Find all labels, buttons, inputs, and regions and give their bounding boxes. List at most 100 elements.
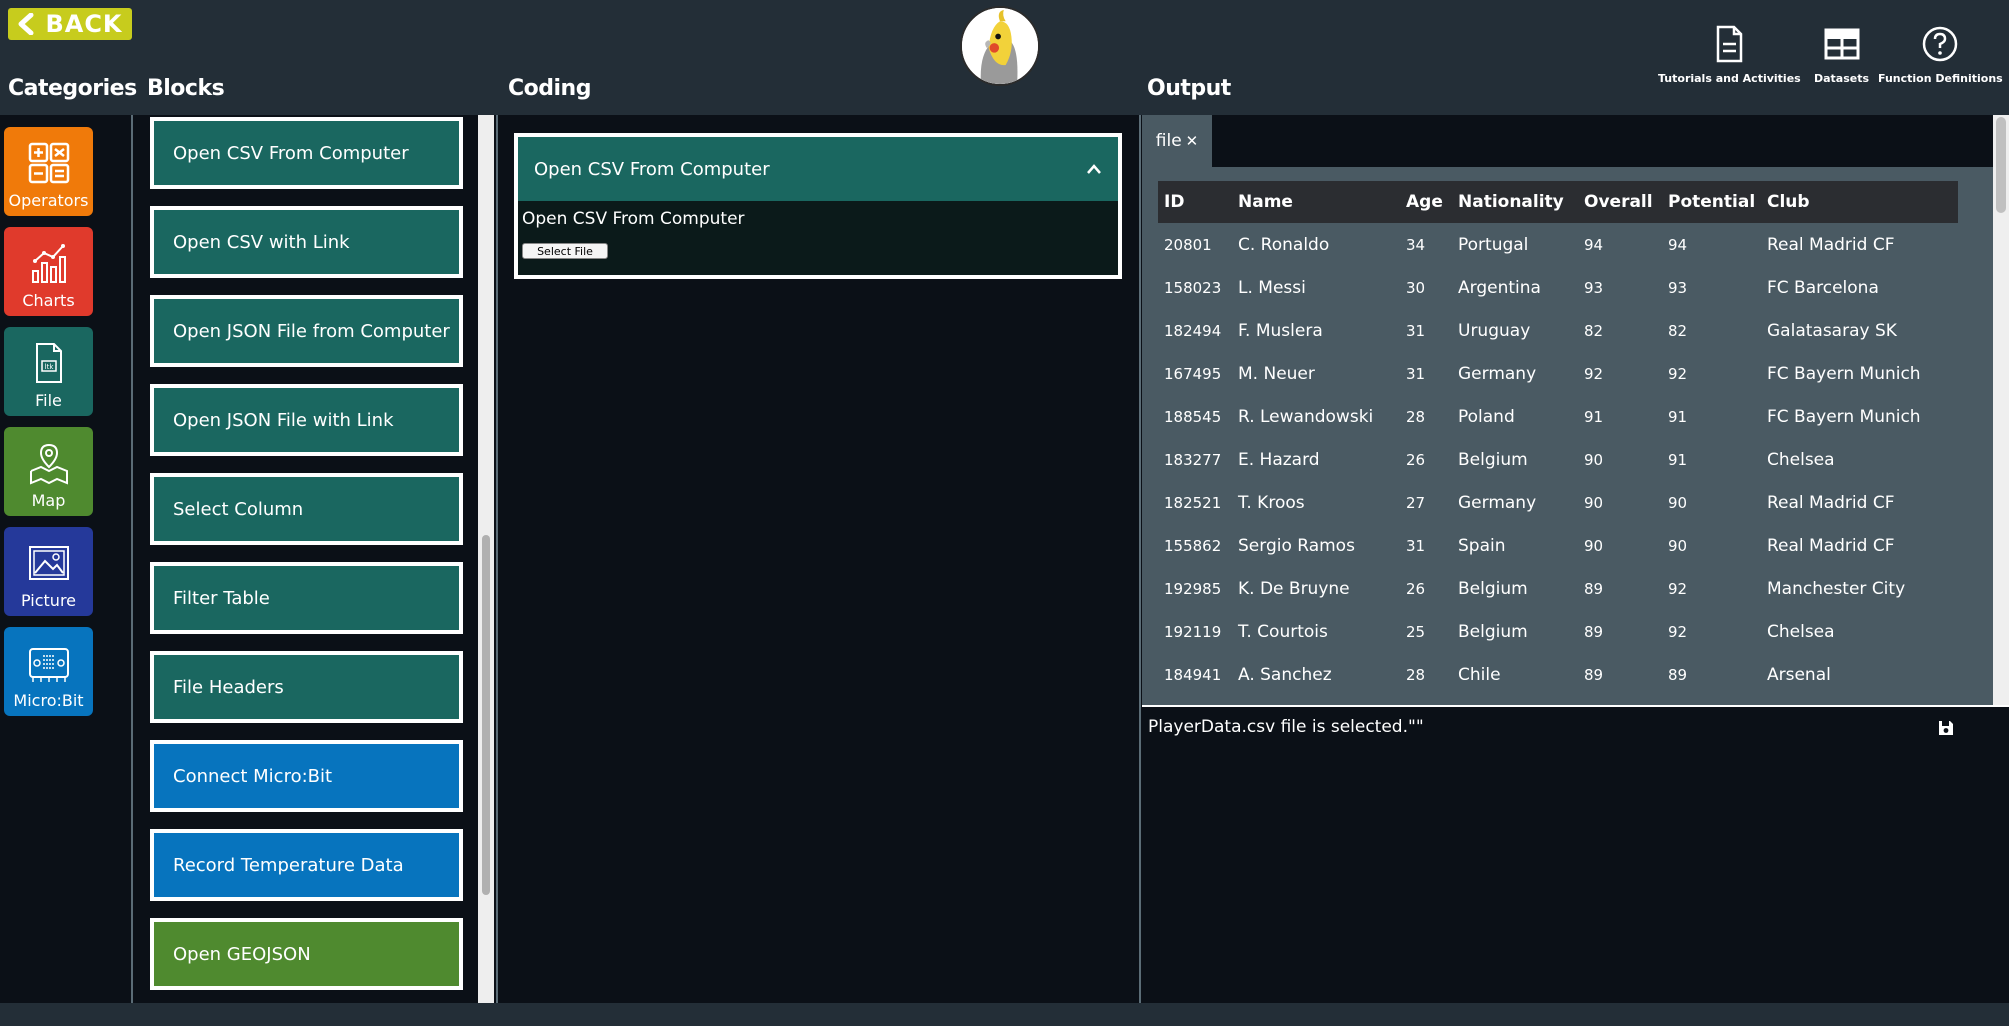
table-cell: 20801: [1164, 235, 1212, 254]
table-cell: 93: [1668, 278, 1688, 297]
table-cell: Chelsea: [1767, 621, 1835, 642]
code-block-title: Open CSV From Computer: [534, 158, 770, 180]
table-cell: 26: [1406, 450, 1426, 469]
table-cell: 155862: [1164, 536, 1222, 555]
function-definitions-button[interactable]: Function Definitions: [1878, 24, 2003, 85]
table-cell: Germany: [1458, 492, 1537, 513]
table-cell: F. Muslera: [1238, 320, 1323, 341]
close-icon[interactable]: ✕: [1186, 132, 1199, 150]
table-icon: [1824, 28, 1860, 60]
table-header-row: ID Name Age Nationality Overall Potentia…: [1158, 181, 1958, 223]
output-panel: file ✕ ID Name Age Nationality Overall P…: [1142, 115, 2009, 1003]
table-cell: Germany: [1458, 363, 1537, 384]
output-scrollbar-thumb[interactable]: [1996, 117, 2006, 213]
category-label: Map: [31, 491, 66, 510]
column-header[interactable]: Nationality: [1452, 181, 1578, 223]
table-cell: 90: [1584, 536, 1604, 555]
category-picture[interactable]: Picture: [4, 527, 93, 616]
output-scrollbar[interactable]: [1993, 115, 2009, 705]
column-header[interactable]: Club: [1761, 181, 1958, 223]
block-open-csv-computer[interactable]: Open CSV From Computer: [150, 117, 463, 189]
table-cell: 158023: [1164, 278, 1222, 297]
category-file[interactable]: ltk File: [4, 327, 93, 416]
block-filter-table[interactable]: Filter Table: [150, 562, 463, 634]
table-cell: Belgium: [1458, 449, 1528, 470]
table-cell: Poland: [1458, 406, 1515, 427]
table-cell: 31: [1406, 536, 1426, 555]
blocks-title: Blocks: [147, 76, 225, 101]
category-map[interactable]: Map: [4, 427, 93, 516]
coding-title: Coding: [508, 76, 591, 101]
table-cell: 82: [1584, 321, 1604, 340]
block-open-csv-link[interactable]: Open CSV with Link: [150, 206, 463, 278]
table-row: 192985 K. De Bruyne 26 Belgium 89 92 Mancheste…: [1158, 567, 1958, 610]
datasets-label: Datasets: [1814, 72, 1870, 85]
table-cell: 90: [1668, 536, 1688, 555]
chevron-left-icon: [18, 13, 34, 35]
block-open-json-link[interactable]: Open JSON File with Link: [150, 384, 463, 456]
column-header[interactable]: Potential: [1662, 181, 1761, 223]
table-cell: 91: [1668, 407, 1688, 426]
column-header[interactable]: Age: [1400, 181, 1452, 223]
table-row: 184941 A. Sanchez 28 Chile 89 89 Arsenal: [1158, 653, 1958, 696]
block-file-headers[interactable]: File Headers: [150, 651, 463, 723]
column-header[interactable]: ID: [1158, 181, 1232, 223]
table-cell: 31: [1406, 364, 1426, 383]
table-cell: 92: [1668, 622, 1688, 641]
data-table-area: ID Name Age Nationality Overall Potentia…: [1142, 167, 1977, 705]
datasets-button[interactable]: Datasets: [1814, 24, 1869, 85]
table-cell: 192985: [1164, 579, 1222, 598]
tutorials-button[interactable]: Tutorials and Activities: [1658, 24, 1801, 85]
output-tab-bar: file ✕: [1142, 115, 1993, 167]
block-open-json-computer[interactable]: Open JSON File from Computer: [150, 295, 463, 367]
chevron-up-icon[interactable]: [1086, 163, 1102, 175]
table-cell: Galatasaray SK: [1767, 320, 1897, 341]
save-icon[interactable]: [1937, 719, 1955, 737]
block-open-geojson[interactable]: Open GEOJSON: [150, 918, 463, 990]
table-cell: 90: [1584, 493, 1604, 512]
app-header: BACK Categories Blocks Coding Output Tut…: [0, 0, 2009, 115]
table-cell: 28: [1406, 407, 1426, 426]
column-header[interactable]: Name: [1232, 181, 1400, 223]
file-icon: ltk: [35, 343, 62, 383]
table-cell: 30: [1406, 278, 1426, 297]
table-cell: Argentina: [1458, 277, 1541, 298]
table-row: 167495 M. Neuer 31 Germany 92 92 FC Bayern Mun…: [1158, 352, 1958, 395]
table-cell: 90: [1584, 450, 1604, 469]
table-cell: Belgium: [1458, 578, 1528, 599]
tab-file[interactable]: file ✕: [1142, 115, 1212, 167]
column-header[interactable]: Overall: [1578, 181, 1662, 223]
table-cell: 92: [1668, 579, 1688, 598]
table-row: 155862 Sergio Ramos 31 Spain 90 90 Real Madrid…: [1158, 524, 1958, 567]
code-block-open-csv[interactable]: Open CSV From Computer Open CSV From Com…: [514, 133, 1122, 279]
operators-icon: [28, 142, 69, 184]
category-charts[interactable]: Charts: [4, 227, 93, 316]
table-row: 182521 T. Kroos 27 Germany 90 90 Real Madrid C…: [1158, 481, 1958, 524]
table-cell: T. Kroos: [1238, 492, 1305, 513]
block-record-temperature[interactable]: Record Temperature Data: [150, 829, 463, 901]
category-operators[interactable]: Operators: [4, 127, 93, 216]
table-cell: 34: [1406, 235, 1426, 254]
table-cell: 93: [1584, 278, 1604, 297]
block-connect-microbit[interactable]: Connect Micro:Bit: [150, 740, 463, 812]
category-label: Micro:Bit: [13, 691, 84, 710]
tab-label: file: [1155, 131, 1182, 151]
category-microbit[interactable]: Micro:Bit: [4, 627, 93, 716]
help-circle-icon: [1923, 26, 1958, 62]
block-select-column[interactable]: Select Column: [150, 473, 463, 545]
table-cell: 28: [1406, 665, 1426, 684]
blocks-scrollbar[interactable]: [478, 115, 494, 1003]
tutorials-label: Tutorials and Activities: [1658, 72, 1801, 85]
category-label: Picture: [20, 591, 77, 610]
bottom-bar: [0, 1003, 2009, 1026]
table-cell: 90: [1668, 493, 1688, 512]
table-cell: 26: [1406, 579, 1426, 598]
back-button[interactable]: BACK: [8, 8, 132, 40]
table-row: 192119 T. Courtois 25 Belgium 89 92 Chelsea: [1158, 610, 1958, 653]
table-cell: Spain: [1458, 535, 1506, 556]
table-cell: 188545: [1164, 407, 1222, 426]
blocks-scrollbar-thumb[interactable]: [482, 535, 490, 895]
select-file-button[interactable]: Select File: [522, 243, 608, 259]
code-block-header[interactable]: Open CSV From Computer: [518, 137, 1118, 201]
categories-panel: Operators Charts ltk File Map Picture Mi…: [0, 115, 133, 1003]
